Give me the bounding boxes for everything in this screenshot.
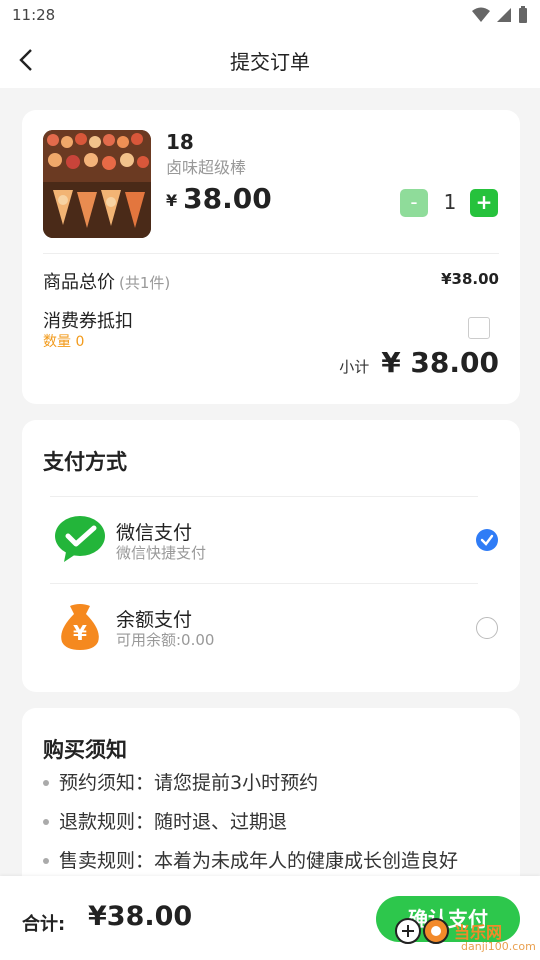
divider (43, 253, 499, 254)
signal-icon (497, 8, 511, 22)
product-name: 18 (166, 130, 194, 154)
payment-option-desc: 微信快捷支付 (116, 544, 207, 562)
notice-text: 售卖规则：本着为未成年人的健康成长创造良好 (59, 850, 459, 872)
money-bag-icon: ¥ (54, 600, 106, 652)
purchase-notice-card: 购买须知 预约须知：请您提前3小时预约 退款规则：随时退、过期退 售卖规则：本着… (22, 708, 520, 898)
bullet-dot (43, 819, 49, 825)
price-currency: ¥ (166, 190, 178, 210)
notice-item: 退款规则：随时退、过期退 (43, 807, 510, 846)
coupon-checkbox[interactable] (468, 317, 490, 339)
svg-text:¥: ¥ (73, 621, 87, 645)
radio-selected[interactable] (476, 529, 498, 551)
status-time: 11:28 (12, 6, 56, 24)
divider (50, 496, 478, 497)
bullet-dot (43, 858, 49, 864)
price-value: 38.00 (183, 182, 272, 215)
subtotal-label: 小计 (339, 358, 370, 376)
top-nav-bar: 提交订单 (0, 32, 540, 88)
subtotal: 小计 ¥ 38.00 (339, 346, 499, 379)
product-price: ¥38.00 (166, 182, 272, 215)
coupon-label: 消费券抵扣 (43, 311, 133, 332)
notice-text: 退款规则：随时退、过期退 (59, 811, 288, 833)
payment-card: 支付方式 微信支付 微信快捷支付 ¥ 余额支付 可用余额:0.00 (22, 420, 520, 692)
goods-total-count: (共1件) (119, 274, 171, 292)
radio-unselected[interactable] (476, 617, 498, 639)
notice-list: 预约须知：请您提前3小时预约 退款规则：随时退、过期退 售卖规则：本着为未成年人… (43, 768, 510, 885)
payment-option-name: 微信支付 (116, 522, 193, 544)
status-icons (472, 6, 528, 24)
coupon-count: 数量 0 (43, 334, 85, 350)
order-card: 18 卤味超级棒 ¥38.00 - 1 + 商品总价 (共1件) ¥38.00 消… (22, 110, 520, 404)
footer-total-value: ¥38.00 (88, 901, 193, 932)
status-bar: 11:28 (0, 0, 540, 32)
watermark-logo-icon (395, 918, 449, 944)
goods-total-text: 商品总价 (43, 272, 115, 293)
quantity-increase-button[interactable]: + (470, 189, 498, 217)
watermark-url: danji100.com (461, 940, 536, 953)
payment-option-desc: 可用余额:0.00 (116, 631, 215, 649)
wifi-icon (472, 7, 490, 22)
bullet-dot (43, 780, 49, 786)
check-icon (480, 534, 494, 546)
goods-total-label: 商品总价 (共1件) (43, 268, 170, 294)
notice-text: 预约须知：请您提前3小时预约 (59, 772, 319, 794)
quantity-decrease-button[interactable]: - (400, 189, 428, 217)
notice-title: 购买须知 (43, 738, 127, 762)
product-subtitle: 卤味超级棒 (166, 158, 247, 177)
battery-icon (519, 6, 527, 23)
product-image[interactable] (43, 130, 151, 238)
goods-total-value: ¥38.00 (441, 270, 499, 288)
payment-option-name: 余额支付 (116, 609, 193, 631)
notice-item: 预约须知：请您提前3小时预约 (43, 768, 510, 807)
page-title: 提交订单 (230, 50, 310, 74)
divider (50, 583, 478, 584)
footer-total-label: 合计: (22, 914, 66, 935)
payment-title: 支付方式 (43, 450, 127, 474)
quantity-value: 1 (443, 190, 457, 214)
wechat-pay-icon (54, 514, 106, 566)
subtotal-value: ¥ 38.00 (381, 346, 499, 379)
